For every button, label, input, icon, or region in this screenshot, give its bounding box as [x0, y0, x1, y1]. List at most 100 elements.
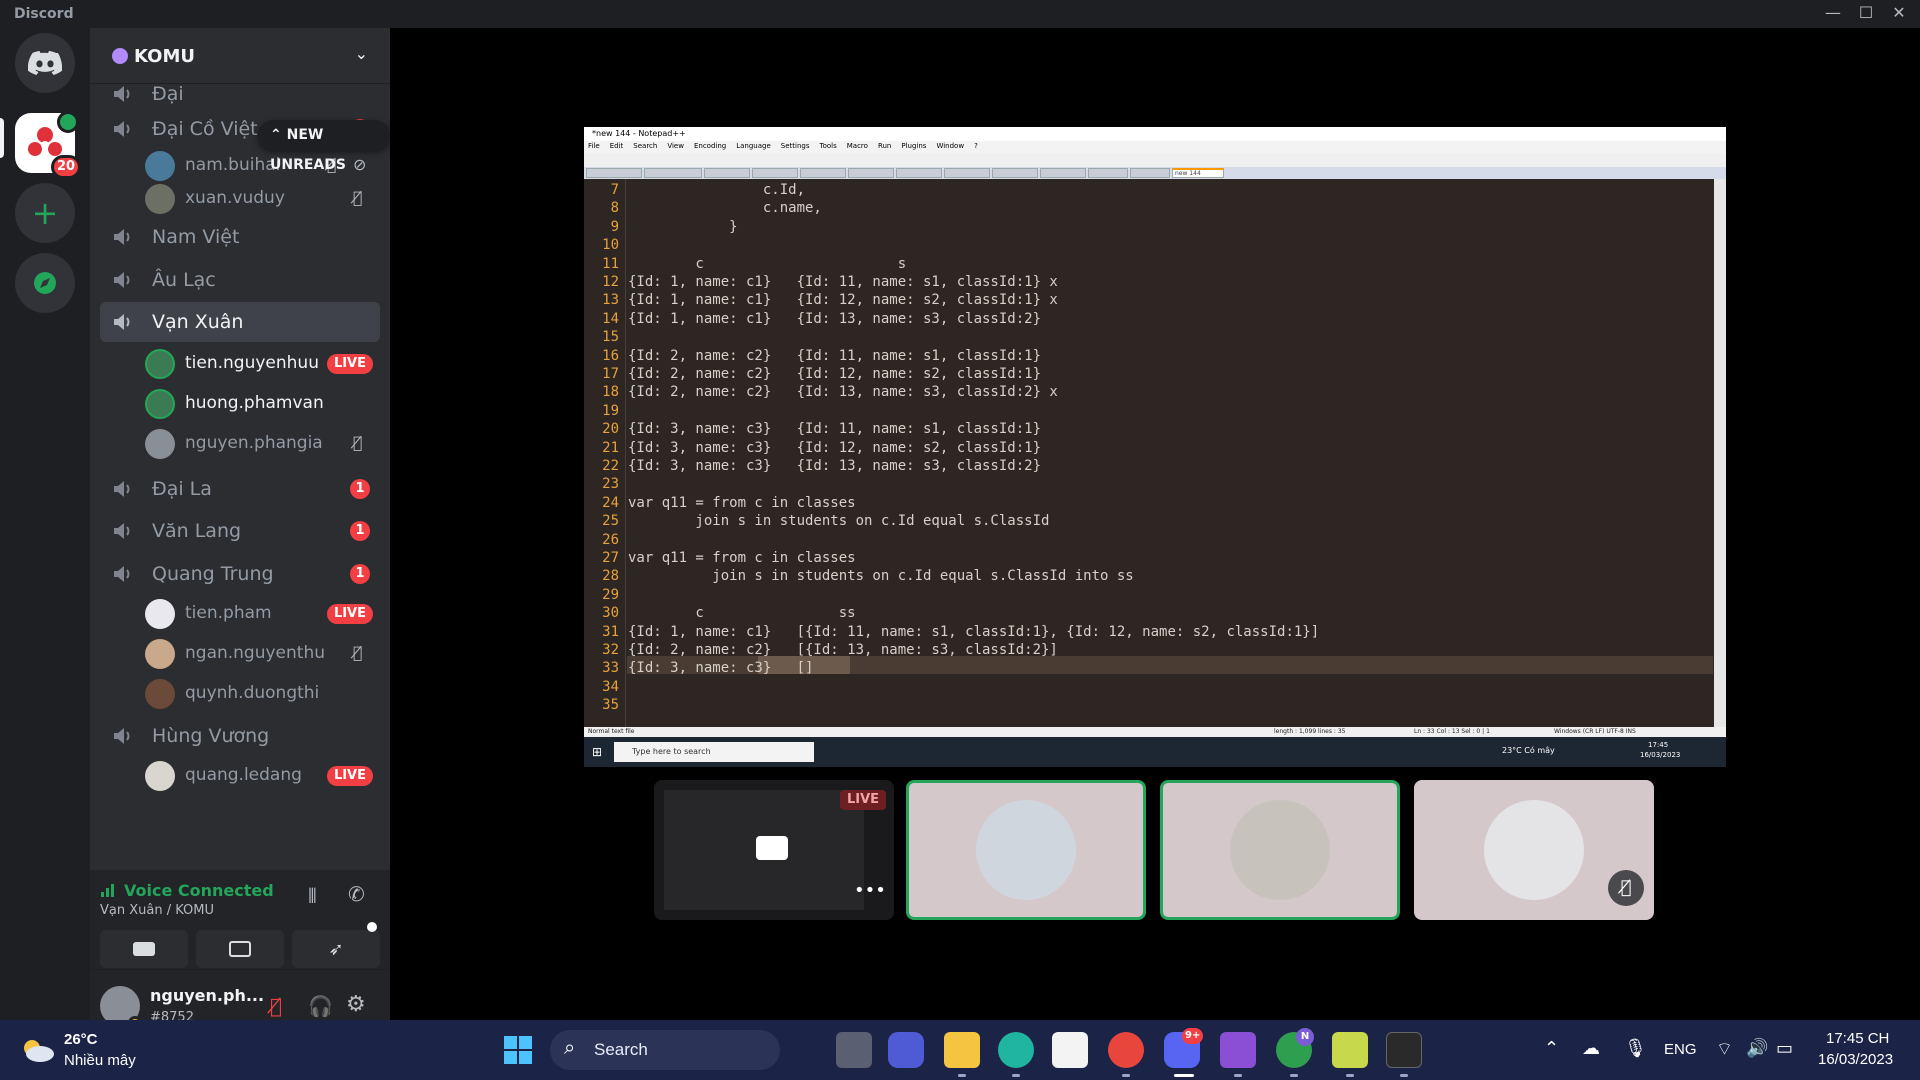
voice-channel-van-xuan[interactable]: Vạn Xuân: [100, 302, 380, 342]
line-number: 26: [602, 531, 619, 548]
server-icon-komu[interactable]: 20: [15, 111, 81, 179]
remote-search-text: Type here to search: [632, 747, 711, 756]
maximize-button[interactable]: ☐: [1851, 3, 1881, 25]
voice-channel-quang-trung[interactable]: Quang Trung 1: [100, 554, 380, 594]
screen-share-button[interactable]: [196, 930, 284, 968]
onedrive-cloud-icon[interactable]: ☁: [1582, 1038, 1600, 1059]
server-header[interactable]: KOMU ⌄: [90, 28, 390, 84]
store-icon[interactable]: [1052, 1032, 1088, 1068]
speaker-icon: [114, 566, 130, 582]
participant-avatar: [1230, 800, 1330, 900]
channel-name: Nam Việt: [152, 226, 240, 248]
line-number: 22: [602, 458, 619, 474]
noise-suppression-icon[interactable]: ⦀: [308, 884, 317, 908]
battery-icon[interactable]: ▭: [1776, 1038, 1793, 1059]
disconnect-icon[interactable]: ✆: [348, 882, 365, 906]
avatar: [145, 389, 175, 419]
avatar: [145, 349, 175, 379]
voice-location[interactable]: Vạn Xuân / KOMU: [100, 903, 214, 918]
weather-temp[interactable]: 26°C: [64, 1031, 98, 1048]
voice-user[interactable]: xuan.vuduy 🎙̸: [145, 180, 385, 216]
running-indicator: [1400, 1074, 1408, 1077]
taskbar-search[interactable]: ⌕ Search: [550, 1030, 780, 1070]
new-unreads-pill[interactable]: ⌃ NEW UNREADS: [258, 120, 390, 173]
windows-start-icon[interactable]: [500, 1032, 536, 1068]
clock-time[interactable]: 17:45 CH: [1826, 1030, 1889, 1047]
username: quang.ledang: [185, 765, 302, 785]
code-line: {Id: 3, name: c3} {Id: 12, name: s2, cla…: [628, 439, 1042, 456]
editor-tab: [944, 168, 990, 178]
notepad-plus-plus-icon[interactable]: [1332, 1032, 1368, 1068]
stream-preview-tile[interactable]: LIVE •••: [654, 780, 894, 920]
code-line: c s: [628, 255, 907, 272]
username: nguyen.phangia: [185, 433, 323, 453]
muted-mic-icon: 🎙̸: [353, 433, 363, 452]
clock-date[interactable]: 16/03/2023: [1818, 1051, 1893, 1068]
volume-icon[interactable]: 🔊: [1746, 1038, 1768, 1059]
settings-gear-icon[interactable]: ⚙: [346, 992, 366, 1017]
voice-channel-dai-la[interactable]: Đại La 1: [100, 469, 380, 509]
microphone-icon[interactable]: 🎙: [1624, 1038, 1647, 1059]
avatar: [145, 599, 175, 629]
edge-icon[interactable]: [998, 1032, 1034, 1068]
weather-desc[interactable]: Nhiều mây: [64, 1052, 136, 1069]
line-number: 7: [610, 182, 619, 198]
muted-mic-icon: 🎙̸: [353, 643, 363, 662]
voice-user[interactable]: quynh.duongthi: [145, 675, 385, 711]
add-server-button[interactable]: +: [15, 183, 75, 243]
wifi-icon[interactable]: ⌔: [1716, 1038, 1733, 1061]
chrome-icon[interactable]: [1108, 1032, 1144, 1068]
headphones-icon[interactable]: 🎧: [308, 994, 333, 1018]
minimize-button[interactable]: —: [1818, 3, 1848, 25]
task-view-icon[interactable]: [836, 1032, 872, 1068]
participant-tile[interactable]: 🎙̸: [1414, 780, 1654, 920]
tray-chevron-up-icon[interactable]: ⌃: [1544, 1038, 1559, 1059]
file-explorer-icon[interactable]: [944, 1032, 980, 1068]
participant-tile[interactable]: [1160, 780, 1400, 920]
voice-status[interactable]: Voice Connected: [124, 881, 274, 900]
more-options-icon[interactable]: •••: [854, 880, 886, 901]
voice-user[interactable]: ngan.nguyenthu 🎙̸: [145, 635, 385, 671]
voice-user[interactable]: tien.pham LIVE: [145, 595, 385, 631]
compass-icon: [34, 272, 56, 294]
camera-button[interactable]: [100, 930, 188, 968]
unread-badge: 1: [350, 479, 370, 499]
activities-button[interactable]: ➶: [292, 930, 380, 968]
terminal-icon[interactable]: [1386, 1032, 1422, 1068]
code-line: {Id: 2, name: c2} {Id: 13, name: s3, cla…: [628, 384, 1058, 401]
visual-studio-icon[interactable]: [1220, 1032, 1256, 1068]
participant-tile[interactable]: [906, 780, 1146, 920]
current-username[interactable]: nguyen.ph...: [150, 986, 264, 1005]
editor-tab: [752, 168, 798, 178]
voice-channel-nam-viet[interactable]: Nam Việt: [100, 217, 380, 257]
menu-item: Search: [633, 142, 658, 150]
plus-icon: +: [31, 194, 59, 232]
voice-user[interactable]: huong.phamvan: [145, 385, 385, 421]
screen-share-stream[interactable]: *new 144 - Notepad++ File Edit Search View E…: [584, 127, 1726, 767]
notepad-menu-bar: File Edit Search View Encoding Language Settin…: [584, 141, 1726, 153]
windows-start-icon: ⊞: [592, 745, 603, 759]
muted-mic-icon[interactable]: 🎙̸: [270, 994, 282, 1018]
line-number: 32: [602, 642, 619, 658]
voice-channel-hung-vuong[interactable]: Hùng Vương: [100, 716, 380, 756]
line-number: 29: [602, 586, 619, 603]
voice-user[interactable]: tien.nguyenhuu LIVE: [145, 345, 385, 381]
code-line: var q11 = from c in classes: [628, 550, 856, 566]
line-number: 25: [602, 513, 619, 530]
speaker-icon: [114, 86, 130, 102]
explore-servers-button[interactable]: [15, 253, 75, 313]
voice-channel-au-lac[interactable]: Âu Lạc: [100, 260, 380, 300]
voice-channel-van-lang[interactable]: Văn Lang 1: [100, 511, 380, 551]
deafened-icon: ⊘: [353, 155, 367, 174]
live-badge: LIVE: [326, 604, 373, 624]
voice-user[interactable]: nam.buihai 🎙̸ ⊘: [145, 147, 385, 183]
meet-icon[interactable]: [888, 1032, 924, 1068]
voice-user[interactable]: quang.ledang LIVE: [145, 757, 385, 793]
running-indicator: [1122, 1074, 1130, 1077]
close-button[interactable]: ✕: [1884, 3, 1914, 25]
channel-name: Quang Trung: [152, 563, 274, 585]
home-button[interactable]: [15, 33, 75, 93]
code-line: {Id: 1, name: c1} {Id: 12, name: s2, cla…: [628, 292, 1058, 309]
language-indicator[interactable]: ENG: [1664, 1041, 1697, 1058]
voice-user[interactable]: nguyen.phangia 🎙̸: [145, 425, 385, 461]
